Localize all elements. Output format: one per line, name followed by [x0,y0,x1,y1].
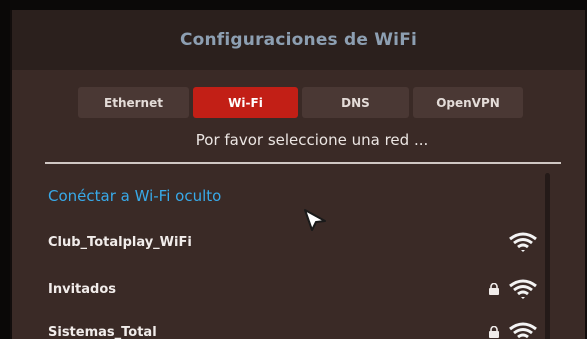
network-item-club-totalplay-wifi[interactable]: Club_Totalplay_WiFi [48,229,538,255]
screen: Configuraciones de WiFi Ethernet Wi-Fi D… [0,0,587,339]
tab-ethernet[interactable]: Ethernet [78,87,189,118]
network-name: Club_Totalplay_WiFi [48,234,192,250]
mouse-cursor-icon [304,209,326,231]
dialog-titlebar: Configuraciones de WiFi [12,10,585,70]
tab-openvpn[interactable]: OpenVPN [413,87,523,118]
network-icons [508,231,538,253]
divider [45,162,561,164]
wifi-icon [509,279,537,299]
network-icons [488,278,538,300]
network-item-invitados[interactable]: Invitados [48,276,538,302]
connection-tabs: Ethernet Wi-Fi DNS OpenVPN [78,87,523,119]
wifi-icon [509,322,537,339]
wifi-settings-dialog: Configuraciones de WiFi Ethernet Wi-Fi D… [12,10,585,339]
network-name: Invitados [48,281,116,297]
lock-icon [489,283,499,295]
network-name: Sistemas_Total [48,324,157,339]
network-item-sistemas-total[interactable]: Sistemas_Total [48,319,538,339]
network-icons [488,321,538,339]
tab-dns[interactable]: DNS [302,87,409,118]
dialog-title: Configuraciones de WiFi [179,30,418,50]
network-list-scrollbar[interactable] [545,173,550,339]
connect-hidden-wifi-link[interactable]: Conéctar a Wi-Fi oculto [48,187,221,205]
tab-wifi[interactable]: Wi-Fi [193,87,298,118]
monitor-bezel-left [0,0,10,339]
select-network-prompt: Por favor seleccione una red ... [195,131,429,149]
monitor-bezel-top [0,0,587,10]
lock-icon [489,326,499,338]
wifi-icon [509,232,537,252]
